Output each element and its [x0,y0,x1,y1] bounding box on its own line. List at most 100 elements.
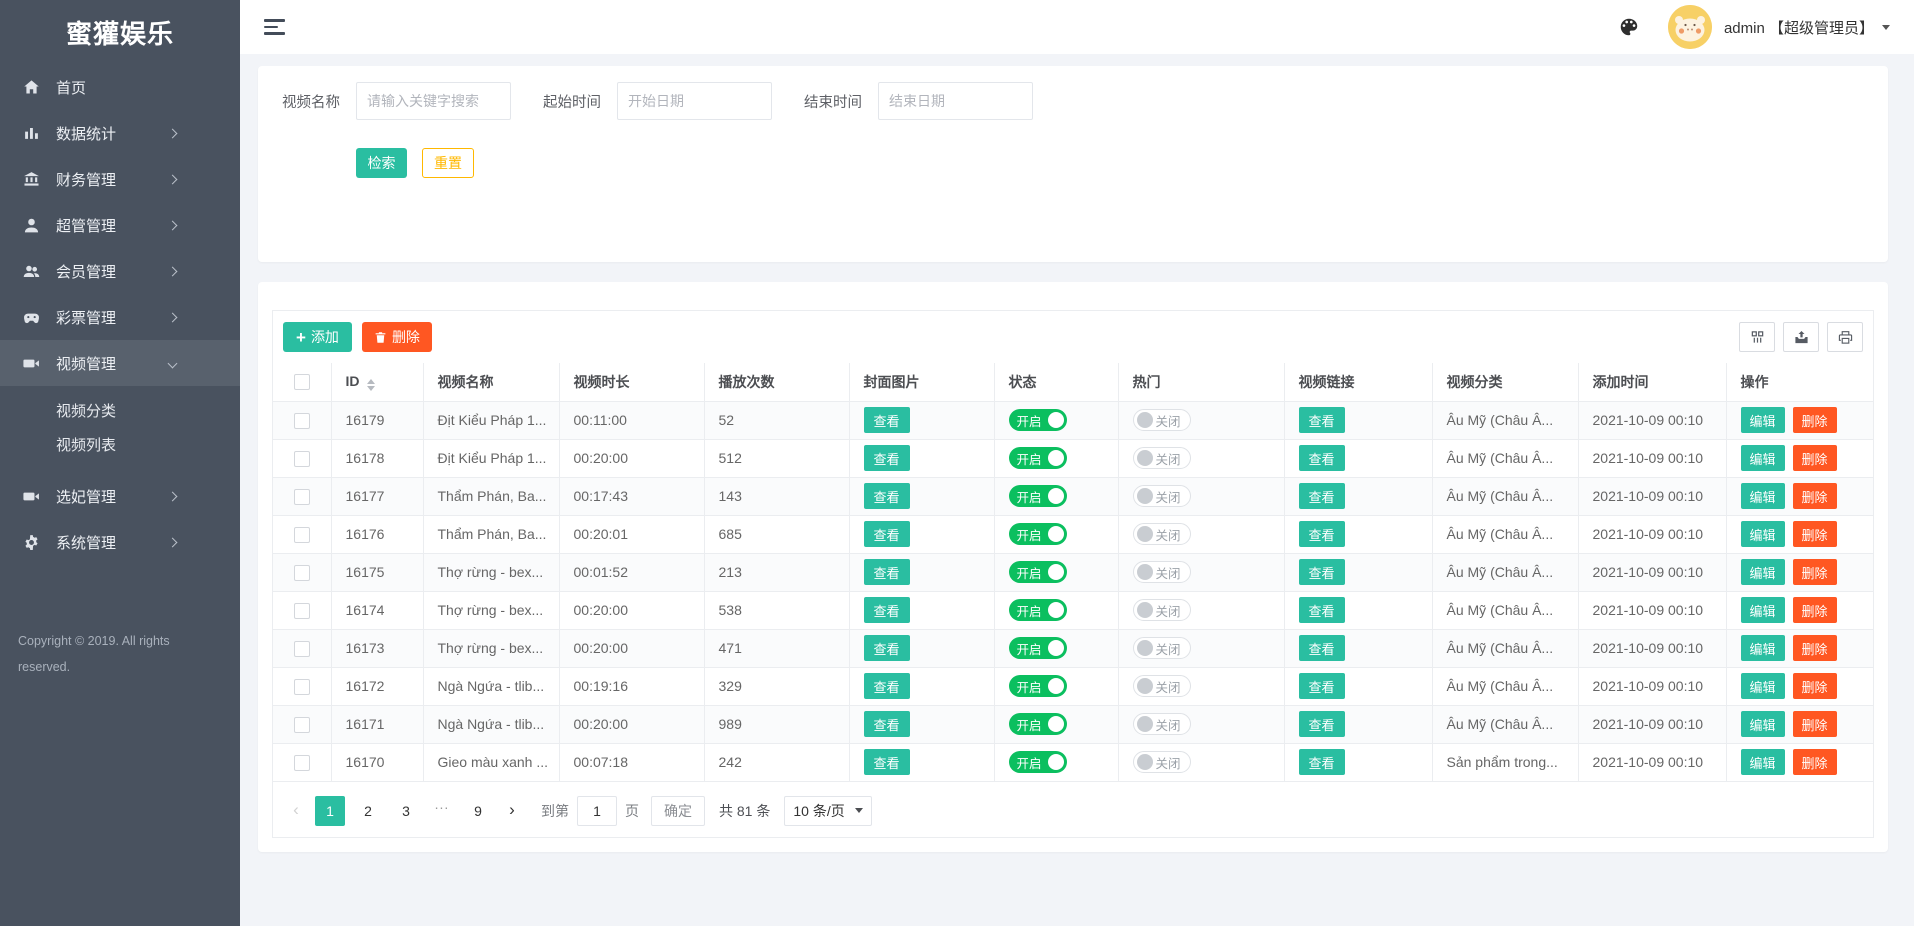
export-icon[interactable] [1783,322,1819,352]
status-toggle[interactable]: 开启 [1009,675,1067,697]
edit-button[interactable]: 编辑 [1741,521,1785,547]
edit-button[interactable]: 编辑 [1741,407,1785,433]
link-view-button[interactable]: 查看 [1299,445,1345,471]
link-view-button[interactable]: 查看 [1299,483,1345,509]
theme-palette-icon[interactable] [1616,14,1642,40]
page-size-select[interactable]: 10 条/页 [784,796,872,826]
hot-toggle[interactable]: 关闭 [1133,713,1191,735]
row-delete-button[interactable]: 删除 [1793,445,1837,471]
sidebar-subitem-video-list[interactable]: 视频列表 [0,429,240,463]
edit-button[interactable]: 编辑 [1741,673,1785,699]
columns-filter-icon[interactable] [1739,322,1775,352]
status-toggle[interactable]: 开启 [1009,409,1067,431]
link-view-button[interactable]: 查看 [1299,635,1345,661]
cover-view-button[interactable]: 查看 [864,559,910,585]
row-checkbox[interactable] [294,527,310,543]
row-delete-button[interactable]: 删除 [1793,559,1837,585]
status-toggle[interactable]: 开启 [1009,599,1067,621]
cover-view-button[interactable]: 查看 [864,711,910,737]
row-delete-button[interactable]: 删除 [1793,749,1837,775]
start-date-input[interactable] [617,82,772,120]
sidebar-item-home[interactable]: 首页 [0,64,240,110]
link-view-button[interactable]: 查看 [1299,749,1345,775]
status-toggle[interactable]: 开启 [1009,713,1067,735]
goto-confirm-button[interactable]: 确定 [651,796,705,826]
select-all-checkbox[interactable] [294,374,310,390]
row-delete-button[interactable]: 删除 [1793,597,1837,623]
row-checkbox[interactable] [294,413,310,429]
link-view-button[interactable]: 查看 [1299,711,1345,737]
link-view-button[interactable]: 查看 [1299,407,1345,433]
row-checkbox[interactable] [294,451,310,467]
hot-toggle[interactable]: 关闭 [1133,561,1191,583]
sidebar-item-concubine[interactable]: 选妃管理 [0,473,240,519]
hot-toggle[interactable]: 关闭 [1133,751,1191,773]
cover-view-button[interactable]: 查看 [864,749,910,775]
status-toggle[interactable]: 开启 [1009,561,1067,583]
sidebar-item-lottery[interactable]: 彩票管理 [0,294,240,340]
sidebar-item-data-stats[interactable]: 数据统计 [0,110,240,156]
hot-toggle[interactable]: 关闭 [1133,675,1191,697]
edit-button[interactable]: 编辑 [1741,483,1785,509]
status-toggle[interactable]: 开启 [1009,485,1067,507]
hot-toggle[interactable]: 关闭 [1133,409,1191,431]
status-toggle[interactable]: 开启 [1009,637,1067,659]
reset-button[interactable]: 重置 [422,148,474,178]
sort-icon[interactable] [367,379,375,391]
row-checkbox[interactable] [294,641,310,657]
sidebar-item-system[interactable]: 系统管理 [0,519,240,565]
status-toggle[interactable]: 开启 [1009,447,1067,469]
sidebar-subitem-video-category[interactable]: 视频分类 [0,395,240,429]
link-view-button[interactable]: 查看 [1299,673,1345,699]
bulk-delete-button[interactable]: 删除 [362,322,432,352]
hot-toggle[interactable]: 关闭 [1133,485,1191,507]
hot-toggle[interactable]: 关闭 [1133,599,1191,621]
row-delete-button[interactable]: 删除 [1793,407,1837,433]
cover-view-button[interactable]: 查看 [864,407,910,433]
row-checkbox[interactable] [294,489,310,505]
row-checkbox[interactable] [294,565,310,581]
row-delete-button[interactable]: 删除 [1793,673,1837,699]
sidebar-item-members[interactable]: 会员管理 [0,248,240,294]
goto-page-input[interactable] [577,796,617,826]
cover-view-button[interactable]: 查看 [864,635,910,661]
cover-view-button[interactable]: 查看 [864,597,910,623]
cover-view-button[interactable]: 查看 [864,521,910,547]
page-button-2[interactable]: 2 [353,796,383,826]
edit-button[interactable]: 编辑 [1741,749,1785,775]
row-checkbox[interactable] [294,679,310,695]
page-button-9[interactable]: 9 [463,796,493,826]
cover-view-button[interactable]: 查看 [864,483,910,509]
search-button[interactable]: 检索 [356,148,407,178]
page-button-3[interactable]: 3 [391,796,421,826]
row-delete-button[interactable]: 删除 [1793,635,1837,661]
video-name-input[interactable] [356,82,511,120]
cover-view-button[interactable]: 查看 [864,673,910,699]
link-view-button[interactable]: 查看 [1299,597,1345,623]
row-checkbox[interactable] [294,755,310,771]
col-id[interactable]: ID [331,363,423,401]
link-view-button[interactable]: 查看 [1299,559,1345,585]
row-checkbox[interactable] [294,717,310,733]
print-icon[interactable] [1827,322,1863,352]
row-delete-button[interactable]: 删除 [1793,483,1837,509]
hot-toggle[interactable]: 关闭 [1133,447,1191,469]
hot-toggle[interactable]: 关闭 [1133,523,1191,545]
edit-button[interactable]: 编辑 [1741,597,1785,623]
add-button[interactable]: + 添加 [283,322,352,352]
user-dropdown[interactable]: admin 【超级管理员】 [1724,17,1890,38]
edit-button[interactable]: 编辑 [1741,559,1785,585]
status-toggle[interactable]: 开启 [1009,523,1067,545]
sidebar-item-video[interactable]: 视频管理 [0,340,240,386]
sidebar-collapse-button[interactable] [264,19,286,35]
end-date-input[interactable] [878,82,1033,120]
user-avatar[interactable] [1668,5,1712,49]
status-toggle[interactable]: 开启 [1009,751,1067,773]
prev-page-button[interactable]: ‹ [285,796,307,826]
row-delete-button[interactable]: 删除 [1793,521,1837,547]
row-checkbox[interactable] [294,603,310,619]
edit-button[interactable]: 编辑 [1741,635,1785,661]
edit-button[interactable]: 编辑 [1741,445,1785,471]
page-button-1[interactable]: 1 [315,796,345,826]
hot-toggle[interactable]: 关闭 [1133,637,1191,659]
